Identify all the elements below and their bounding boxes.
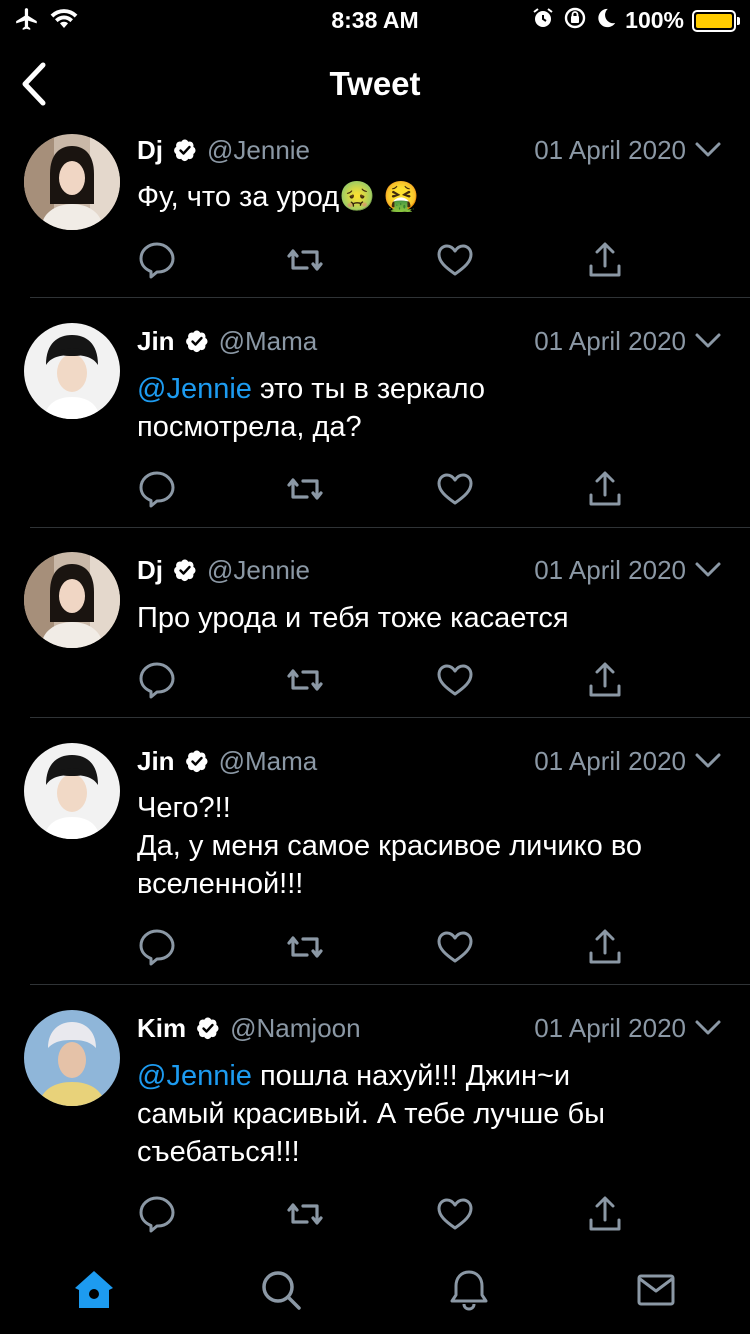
status-right: 100% [531, 6, 740, 35]
tweet[interactable]: Jin @Mama 01 April 2020 Чего?!! Да, у ме… [0, 741, 750, 985]
avatar[interactable] [24, 323, 120, 419]
battery-icon [692, 9, 740, 32]
author-handle[interactable]: @Jennie [207, 555, 310, 586]
tweet-text: @Jennie пошла нахуй!!! Джин~и самый крас… [137, 1057, 720, 1171]
tweet[interactable]: Dj @Jennie 01 April 2020 Фу, что за урод… [0, 130, 750, 298]
tweet-header: Jin @Mama 01 April 2020 [137, 741, 722, 781]
moon-icon [595, 7, 617, 34]
divider [30, 984, 750, 985]
chevron-down-icon[interactable] [694, 136, 722, 164]
divider [30, 717, 750, 718]
tweet[interactable]: Dj @Jennie 01 April 2020 Про урода и теб… [0, 550, 750, 718]
author-handle[interactable]: @Namjoon [230, 1013, 360, 1044]
mention[interactable]: @Jennie [137, 1060, 252, 1092]
tweet-header: Jin @Mama 01 April 2020 [137, 321, 722, 361]
tweet[interactable]: Kim @Namjoon 01 April 2020 @Jennie пошла… [0, 1008, 750, 1244]
reply-icon[interactable] [137, 240, 177, 280]
verified-icon [173, 138, 197, 162]
tab-messages[interactable] [626, 1260, 686, 1320]
tab-notifications[interactable] [439, 1260, 499, 1320]
divider [30, 297, 750, 298]
share-icon[interactable] [585, 660, 625, 700]
tweet-date: 01 April 2020 [534, 1012, 686, 1043]
tweet-date: 01 April 2020 [534, 745, 686, 776]
verified-icon [196, 1016, 220, 1040]
like-icon[interactable] [435, 660, 475, 700]
tweet-text: Фу, что за урод🤢 🤮 [137, 178, 720, 216]
author-handle[interactable]: @Mama [219, 326, 318, 357]
author-name[interactable]: Dj [137, 555, 163, 586]
reply-icon[interactable] [137, 469, 177, 509]
retweet-icon[interactable] [285, 1194, 325, 1234]
share-icon[interactable] [585, 1194, 625, 1234]
search-icon [262, 1271, 301, 1310]
like-icon[interactable] [435, 1194, 475, 1234]
share-icon[interactable] [585, 927, 625, 967]
page-title: Tweet [329, 65, 421, 102]
tweet-header: Kim @Namjoon 01 April 2020 [137, 1008, 722, 1048]
tweet-date: 01 April 2020 [534, 554, 686, 585]
share-icon[interactable] [585, 469, 625, 509]
verified-icon [185, 749, 209, 773]
tweet-body: Чего?!! Да, у меня самое красивое личико… [137, 792, 643, 900]
messages-icon [637, 1274, 675, 1306]
notifications-icon [450, 1270, 488, 1311]
home-icon [75, 1271, 113, 1308]
alarm-icon [531, 6, 555, 35]
status-bar: 8:38 AM 100% [0, 0, 750, 40]
retweet-icon[interactable] [285, 927, 325, 967]
tweet-text: Про урода и тебя тоже касается [137, 599, 720, 637]
retweet-icon[interactable] [285, 469, 325, 509]
tweet-text: Чего?!! Да, у меня самое красивое личико… [137, 789, 720, 903]
tweet-actions [137, 240, 637, 280]
author-name[interactable]: Dj [137, 135, 163, 166]
avatar[interactable] [24, 552, 120, 648]
orientation-lock-icon [563, 6, 587, 35]
avatar[interactable] [24, 134, 120, 230]
retweet-icon[interactable] [285, 660, 325, 700]
share-icon[interactable] [585, 240, 625, 280]
chevron-down-icon[interactable] [694, 1014, 722, 1042]
tweet-actions [137, 927, 637, 967]
tweet-actions [137, 1194, 637, 1234]
battery-fill [696, 13, 732, 28]
tweet-header: Dj @Jennie 01 April 2020 [137, 130, 722, 170]
author-handle[interactable]: @Jennie [207, 135, 310, 166]
tab-home[interactable] [64, 1260, 124, 1320]
verified-icon [173, 558, 197, 582]
tweet-body: Фу, что за урод🤢 🤮 [137, 181, 420, 213]
divider [30, 527, 750, 528]
tab-bar [0, 1250, 750, 1334]
like-icon[interactable] [435, 469, 475, 509]
reply-icon[interactable] [137, 660, 177, 700]
mention[interactable]: @Jennie [137, 373, 252, 405]
author-name[interactable]: Kim [137, 1013, 186, 1044]
author-name[interactable]: Jin [137, 326, 175, 357]
tweet-actions [137, 469, 637, 509]
tab-search[interactable] [251, 1260, 311, 1320]
author-name[interactable]: Jin [137, 746, 175, 777]
like-icon[interactable] [435, 927, 475, 967]
header: Tweet [0, 52, 750, 116]
tweet-date: 01 April 2020 [534, 134, 686, 165]
author-handle[interactable]: @Mama [219, 746, 318, 777]
avatar[interactable] [24, 743, 120, 839]
tweet-body: Про урода и тебя тоже касается [137, 602, 569, 634]
tweet-date: 01 April 2020 [534, 325, 686, 356]
tweet[interactable]: Jin @Mama 01 April 2020 @Jennie это ты в… [0, 321, 750, 528]
tweet-header: Dj @Jennie 01 April 2020 [137, 550, 722, 590]
avatar[interactable] [24, 1010, 120, 1106]
reply-icon[interactable] [137, 927, 177, 967]
like-icon[interactable] [435, 240, 475, 280]
chevron-down-icon[interactable] [694, 327, 722, 355]
tweet-actions [137, 660, 637, 700]
battery-percent: 100% [625, 7, 684, 33]
verified-icon [185, 329, 209, 353]
retweet-icon[interactable] [285, 240, 325, 280]
tweet-text: @Jennie это ты в зеркало посмотрела, да? [137, 370, 720, 446]
chevron-down-icon[interactable] [694, 747, 722, 775]
reply-icon[interactable] [137, 1194, 177, 1234]
chevron-down-icon[interactable] [694, 556, 722, 584]
